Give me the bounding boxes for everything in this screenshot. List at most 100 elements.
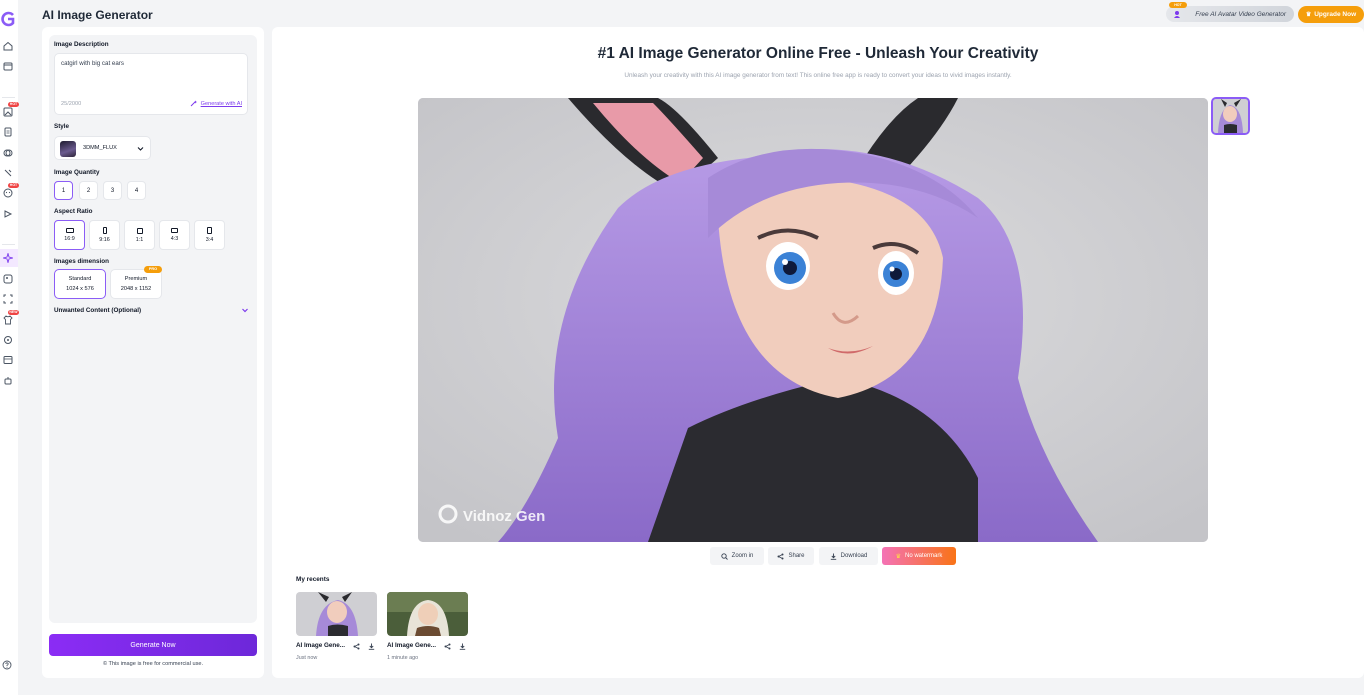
crown-icon: ♛ bbox=[1305, 12, 1312, 18]
share-label: Share bbox=[788, 553, 805, 559]
layers-icon[interactable] bbox=[2, 147, 14, 159]
aspect-option-16-9[interactable]: 16:9 bbox=[54, 220, 85, 250]
style-value: 3DMM_FLUX bbox=[83, 145, 117, 151]
avatar-video-promo-label: Free AI Avatar Video Generator bbox=[1195, 10, 1286, 18]
page-subtitle: Unleash your creativity with this AI ima… bbox=[624, 72, 1012, 79]
image-quantity-label: Image Quantity bbox=[54, 169, 100, 176]
avatar-video-icon bbox=[1174, 11, 1180, 18]
download-button[interactable]: Download bbox=[819, 547, 878, 565]
share-button[interactable]: Share bbox=[768, 547, 814, 565]
download-icon[interactable] bbox=[368, 643, 375, 650]
unwanted-content-toggle[interactable]: Unwanted Content (Optional) bbox=[54, 307, 249, 314]
sparkle-icon[interactable] bbox=[2, 252, 14, 264]
generate-with-ai-label: Generate with AI bbox=[200, 100, 242, 107]
quantity-option-3[interactable]: 3 bbox=[103, 181, 122, 200]
watermark-text: Vidnoz Gen bbox=[463, 508, 545, 525]
avatar-video-promo-button[interactable]: Free AI Avatar Video Generator bbox=[1166, 6, 1294, 22]
image-description-label: Image Description bbox=[54, 41, 109, 48]
zoom-in-button[interactable]: Zoom in bbox=[710, 547, 764, 565]
settings-panel bbox=[49, 35, 257, 623]
chevron-down-icon[interactable] bbox=[241, 306, 249, 314]
help-icon[interactable] bbox=[2, 660, 12, 670]
generated-image-artwork: Vidnoz Gen bbox=[418, 98, 1208, 542]
cycle-icon[interactable] bbox=[2, 334, 14, 346]
aspect-option-9-16[interactable]: 9:16 bbox=[89, 220, 120, 250]
face-icon[interactable] bbox=[2, 187, 14, 199]
quantity-option-1[interactable]: 1 bbox=[54, 181, 73, 200]
dimension-standard[interactable]: Standard 1024 x 576 bbox=[54, 269, 106, 299]
rail-divider bbox=[2, 97, 15, 98]
style-dropdown[interactable]: 3DMM_FLUX bbox=[54, 136, 151, 160]
images-dimension-label: Images dimension bbox=[54, 258, 109, 265]
image-edit-icon[interactable] bbox=[2, 106, 14, 118]
download-icon[interactable] bbox=[459, 643, 466, 650]
aspect-option-label: 1:1 bbox=[135, 236, 144, 243]
picture-icon[interactable] bbox=[2, 273, 14, 285]
portrait-icon bbox=[207, 227, 212, 234]
magnifier-icon bbox=[721, 552, 728, 560]
rail-divider bbox=[2, 244, 15, 245]
selected-result-thumbnail[interactable] bbox=[1211, 97, 1250, 135]
chevron-down-icon bbox=[137, 147, 144, 151]
square-icon bbox=[136, 227, 143, 234]
dimension-size: 1024 x 576 bbox=[66, 286, 94, 292]
generated-image[interactable]: Vidnoz Gen bbox=[418, 98, 1208, 542]
robot-icon[interactable] bbox=[2, 375, 14, 387]
recent-item-name: AI Image Gene... bbox=[296, 642, 345, 649]
download-icon bbox=[830, 553, 836, 560]
left-icon-rail: HOT HOT NEW bbox=[0, 0, 19, 695]
landscape-icon bbox=[65, 228, 74, 233]
vidnoz-logo[interactable] bbox=[1, 11, 15, 27]
dimension-name: Standard bbox=[68, 276, 92, 282]
portrait-icon bbox=[102, 227, 107, 234]
film-icon[interactable] bbox=[2, 354, 14, 366]
upgrade-now-button[interactable]: ♛ Upgrade Now bbox=[1298, 6, 1364, 23]
copyright-icon: © bbox=[102, 661, 108, 667]
share-icon[interactable] bbox=[444, 643, 451, 650]
recent-item-name: AI Image Gene... bbox=[387, 642, 436, 649]
aspect-option-label: 9:16 bbox=[99, 237, 110, 243]
dimension-name: Premium bbox=[124, 276, 148, 282]
generate-with-ai-link[interactable]: Generate with AI bbox=[190, 100, 242, 107]
share-icon[interactable] bbox=[353, 643, 360, 650]
dimension-size: 2048 x 1152 bbox=[120, 286, 152, 292]
aspect-ratio-label: Aspect Ratio bbox=[54, 208, 93, 215]
result-thumbnail-artwork bbox=[1213, 99, 1248, 133]
video-icon[interactable] bbox=[2, 208, 14, 220]
home-icon[interactable] bbox=[2, 40, 14, 52]
app-title: AI Image Generator bbox=[42, 8, 153, 22]
document-icon[interactable] bbox=[2, 126, 14, 138]
commercial-use-text: This image is free for commercial use. bbox=[108, 661, 204, 667]
tool-icon[interactable] bbox=[2, 167, 14, 179]
my-recents-label: My recents bbox=[296, 576, 330, 583]
aspect-option-1-1[interactable]: 1:1 bbox=[124, 220, 155, 250]
aspect-option-label: 3:4 bbox=[205, 237, 214, 243]
box-icon[interactable] bbox=[2, 60, 14, 72]
dimension-premium[interactable]: Premium 2048 x 1152 bbox=[110, 269, 162, 299]
recent-thumbnail[interactable] bbox=[387, 592, 468, 636]
image-description-input[interactable]: catgirl with big cat ears 25/2000 Genera… bbox=[54, 53, 248, 115]
pro-badge: PRO bbox=[144, 266, 162, 273]
recent-thumbnail[interactable] bbox=[296, 592, 377, 636]
quantity-option-4[interactable]: 4 bbox=[127, 181, 146, 200]
scan-icon[interactable] bbox=[2, 293, 14, 305]
shirt-icon[interactable] bbox=[2, 314, 14, 326]
aspect-option-3-4[interactable]: 3:4 bbox=[194, 220, 225, 250]
recent-item-time: 1 minute ago bbox=[387, 655, 419, 661]
style-thumbnail bbox=[60, 141, 76, 157]
recent-thumbnail-artwork bbox=[387, 592, 468, 636]
no-watermark-button[interactable]: ♛ No watermark bbox=[882, 547, 956, 565]
share-icon bbox=[777, 553, 784, 559]
aspect-option-label: 4:3 bbox=[170, 236, 179, 242]
generate-now-button[interactable]: Generate Now bbox=[49, 634, 257, 656]
quantity-option-2[interactable]: 2 bbox=[79, 181, 98, 200]
description-value: catgirl with big cat ears bbox=[61, 60, 124, 67]
recent-item-time: Just now bbox=[296, 655, 318, 661]
magic-wand-icon bbox=[190, 100, 197, 107]
style-label: Style bbox=[54, 123, 70, 130]
page-title: #1 AI Image Generator Online Free - Unle… bbox=[597, 45, 1039, 62]
recent-thumbnail-artwork bbox=[296, 592, 377, 636]
promo-hot-badge: HOT bbox=[1169, 2, 1187, 8]
commercial-use-note: © This image is free for commercial use. bbox=[49, 661, 257, 667]
aspect-option-4-3[interactable]: 4:3 bbox=[159, 220, 190, 250]
